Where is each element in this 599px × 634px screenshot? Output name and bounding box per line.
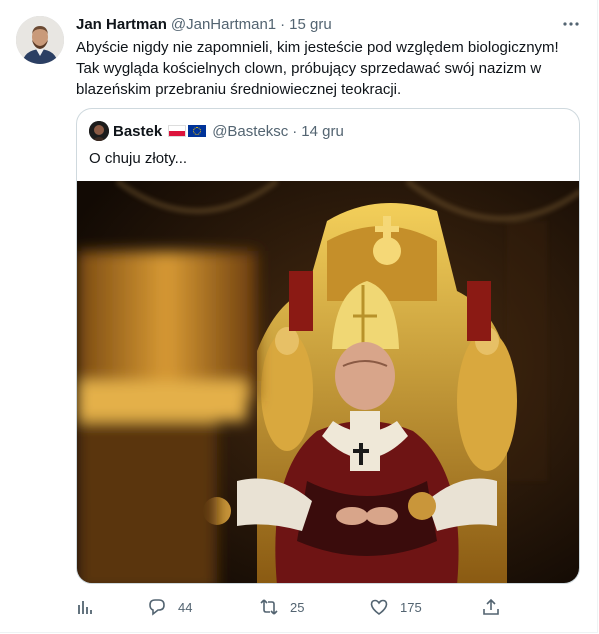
like-count: 175 xyxy=(400,599,422,615)
eu-flag-icon xyxy=(188,125,207,137)
retweet-count: 25 xyxy=(290,599,305,615)
separator: · xyxy=(280,15,286,33)
poland-flag-icon xyxy=(168,125,187,137)
reply-button[interactable]: 44 xyxy=(148,596,192,618)
tweet-time[interactable]: 15 gru xyxy=(289,16,332,33)
quoted-tweet-card[interactable]: Bastek @Basteksc · 14 gru O chuju złoty.… xyxy=(76,108,580,584)
like-button[interactable]: 175 xyxy=(370,596,422,618)
more-icon xyxy=(563,22,579,26)
tweet-text: Abyście nigdy nie zapomnieli, kim jesteś… xyxy=(76,39,559,98)
retweet-icon xyxy=(260,599,278,615)
more-options-button[interactable] xyxy=(561,14,581,34)
quoted-tweet-header: Bastek @Basteksc · 14 gru xyxy=(89,121,344,141)
reply-count: 44 xyxy=(178,599,193,615)
action-bar: 44 25 175 xyxy=(76,596,506,618)
share-icon xyxy=(483,598,499,615)
quoted-tweet-time: 14 gru xyxy=(301,122,344,140)
retweet-button[interactable]: 25 xyxy=(260,596,304,618)
heart-icon xyxy=(370,599,388,615)
quoted-tweet-text: O chuju złoty... xyxy=(89,150,188,167)
quoted-separator: · xyxy=(292,122,298,140)
quoted-author-name: Bastek xyxy=(113,122,163,140)
bar-chart-icon xyxy=(78,601,92,614)
quoted-author-handle: @Basteksc xyxy=(212,122,289,140)
reply-icon xyxy=(149,599,165,616)
author-avatar[interactable] xyxy=(16,16,64,64)
quoted-tweet-photo[interactable] xyxy=(77,181,579,583)
author-handle[interactable]: @JanHartman1 xyxy=(171,16,276,33)
analytics-button[interactable] xyxy=(76,596,94,618)
share-button[interactable] xyxy=(482,596,500,618)
tweet-header: Jan Hartman @JanHartman1 · 15 gru xyxy=(76,14,583,34)
author-name[interactable]: Jan Hartman xyxy=(76,16,167,33)
quoted-author-avatar xyxy=(89,121,109,141)
